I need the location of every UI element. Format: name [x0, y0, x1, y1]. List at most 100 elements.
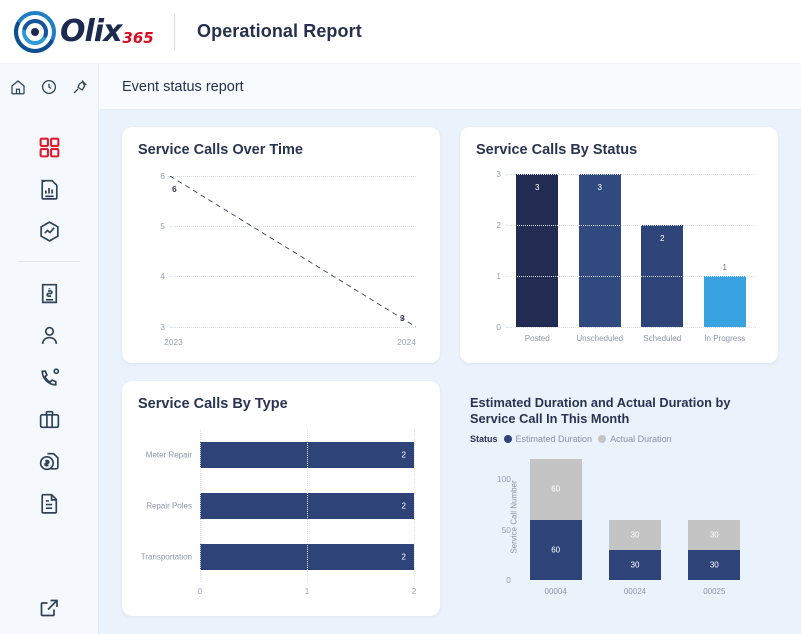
- bar-chart-status: 3 Posted 3 Unscheduled 2 Scheduled 1 In Progres…: [476, 160, 762, 353]
- bar-column[interactable]: 3 Unscheduled: [569, 173, 632, 343]
- stacked-bar-segment[interactable]: 30: [688, 519, 741, 550]
- dashboard-icon: [39, 137, 59, 157]
- sidebar-nav: [0, 110, 98, 596]
- stacked-bar-segment[interactable]: 60: [529, 459, 582, 520]
- sidebar-item-billing[interactable]: [27, 440, 71, 482]
- y-axis-tick: Repair Poles: [146, 501, 192, 511]
- segment-value-label: 30: [709, 530, 719, 540]
- segment-value-label: 30: [630, 530, 640, 540]
- legend-title: Status: [470, 434, 498, 445]
- sidebar-item-analytics[interactable]: [27, 210, 71, 252]
- sidebar: [0, 64, 99, 634]
- y-axis-tick: Transportation: [140, 552, 192, 561]
- y-axis-tick: Meter Repair: [145, 450, 192, 460]
- sidebar-item-document[interactable]: [27, 482, 71, 524]
- segment-value-label: 60: [551, 484, 561, 494]
- bar-column[interactable]: 2 Scheduled: [631, 174, 694, 343]
- gridline: [200, 429, 201, 582]
- y-axis-tick: 50: [501, 524, 511, 535]
- y-axis-tick: 3: [160, 321, 165, 332]
- bar-group: 3 Posted 3 Unscheduled 2 Scheduled 1 In Progres…: [506, 173, 757, 343]
- stacked-bar-column[interactable]: 30 30 00025: [688, 454, 741, 596]
- x-axis-tick: Scheduled: [643, 333, 682, 343]
- x-axis-tick: 00025: [703, 587, 726, 596]
- legend-label-actual: Actual Duration: [610, 434, 672, 445]
- app-root: Olix 365 Operational Report Event status…: [0, 0, 801, 634]
- stacked-bar-segment[interactable]: 60: [529, 519, 582, 580]
- sidebar-item-briefcase[interactable]: [27, 398, 71, 440]
- external-link-icon[interactable]: [37, 596, 61, 620]
- stacked-bar-segment[interactable]: 30: [688, 549, 741, 580]
- bar-column[interactable]: 1 In Progress: [694, 174, 757, 343]
- bar-value-label: 2: [660, 233, 665, 243]
- bar[interactable]: 3: [516, 173, 559, 327]
- recent-icon[interactable]: [40, 78, 58, 96]
- brand-logo[interactable]: Olix 365: [0, 10, 166, 54]
- chart-title: Service Calls By Status: [476, 142, 638, 158]
- chart-title: Service Calls Over Time: [138, 142, 303, 158]
- x-axis-tick: In Progress: [704, 333, 746, 343]
- x-axis-tick: 1: [304, 587, 310, 596]
- x-axis-tick: 2024: [397, 336, 416, 347]
- x-axis-tick: 00024: [623, 587, 647, 596]
- y-axis-tick: 3: [496, 168, 501, 179]
- sidebar-footer: [0, 596, 98, 634]
- legend-item-estimated[interactable]: Estimated Duration: [503, 434, 593, 445]
- y-axis-tick: 1: [496, 270, 501, 281]
- legend-item-actual[interactable]: Actual Duration: [598, 434, 672, 444]
- home-icon[interactable]: [9, 78, 27, 96]
- sidebar-item-invoice[interactable]: [27, 272, 71, 314]
- stacked-bar-segment[interactable]: 30: [608, 549, 661, 580]
- brand-name: Olix: [60, 13, 122, 49]
- report-icon: [40, 179, 58, 200]
- card-service-calls-by-type: Service Calls By Type Meter Repair 2 Repai…: [122, 380, 440, 616]
- bar[interactable]: 3: [578, 173, 621, 327]
- stacked-bar-column[interactable]: 30 30 00024: [608, 454, 661, 596]
- x-axis-tick: 0: [197, 587, 203, 596]
- pin-icon[interactable]: [71, 78, 89, 96]
- segment-value-label: 30: [709, 560, 719, 570]
- bar-value-label: 2: [401, 552, 406, 561]
- top-header: Olix 365 Operational Report: [0, 0, 801, 64]
- sidebar-item-dashboard[interactable]: [27, 126, 71, 168]
- segment-value-label: 60: [551, 545, 561, 555]
- y-axis-tick: 4: [160, 271, 165, 282]
- sidebar-item-call[interactable]: [27, 356, 71, 398]
- page-title: Operational Report: [197, 21, 362, 41]
- sidebar-quick-actions: [0, 64, 98, 110]
- bar-value-label: 3: [597, 182, 602, 192]
- hbar-plot-area: Meter Repair 2 Repair Poles 2 Transportation…: [141, 429, 416, 596]
- sub-header: Event status report: [99, 64, 801, 110]
- data-point-label: 3: [400, 312, 405, 323]
- line-chart: 6 5 4 3 6 2023 3 2024: [138, 160, 424, 353]
- stacked-bar-group: 60 60 00004 30 30 00024 30 30 00025: [516, 454, 754, 596]
- stacked-plot-area: Service Call Number 60 60 00004 30 30 00024 30…: [497, 454, 754, 596]
- bar-column[interactable]: 3 Posted: [506, 173, 569, 343]
- legend-dot-actual: [598, 435, 607, 444]
- gridline: [506, 326, 756, 328]
- legend-label-estimated: Estimated Duration: [515, 434, 593, 445]
- segment-value-label: 30: [630, 560, 640, 570]
- y-axis-tick: 0: [496, 321, 501, 332]
- invoice-icon: [41, 283, 57, 303]
- chart-legend: Status Estimated Duration Actual Duratio…: [470, 434, 762, 444]
- stacked-bar-segment[interactable]: 30: [608, 519, 661, 550]
- x-axis-tick: Unscheduled: [576, 333, 624, 343]
- card-service-calls-over-time: Service Calls Over Time 6 5 4 3 6 2023 3 2024: [122, 127, 440, 363]
- sidebar-item-report[interactable]: [27, 168, 71, 210]
- card-service-calls-by-status: Service Calls By Status 3 Posted 3 Unschedu…: [460, 127, 778, 363]
- briefcase-icon: [39, 410, 59, 428]
- chart-title: Estimated Duration and Actual Duration b…: [470, 394, 731, 426]
- line-series: [170, 176, 416, 327]
- bar[interactable]: 1: [703, 263, 746, 327]
- document-icon: [40, 493, 57, 514]
- dashboard-grid: Service Calls Over Time 6 5 4 3 6 2023 3 2024 S…: [99, 110, 801, 634]
- gridline: [170, 326, 416, 328]
- sidebar-item-contact[interactable]: [27, 314, 71, 356]
- x-axis-tick: 2023: [164, 336, 183, 347]
- gridline: [506, 224, 756, 226]
- y-axis-tick: 6: [160, 170, 165, 181]
- app-body: Event status report Service Calls Over T…: [0, 64, 801, 634]
- stacked-bar-column[interactable]: 60 60 00004: [529, 454, 582, 596]
- x-axis-tick: Posted: [524, 333, 550, 343]
